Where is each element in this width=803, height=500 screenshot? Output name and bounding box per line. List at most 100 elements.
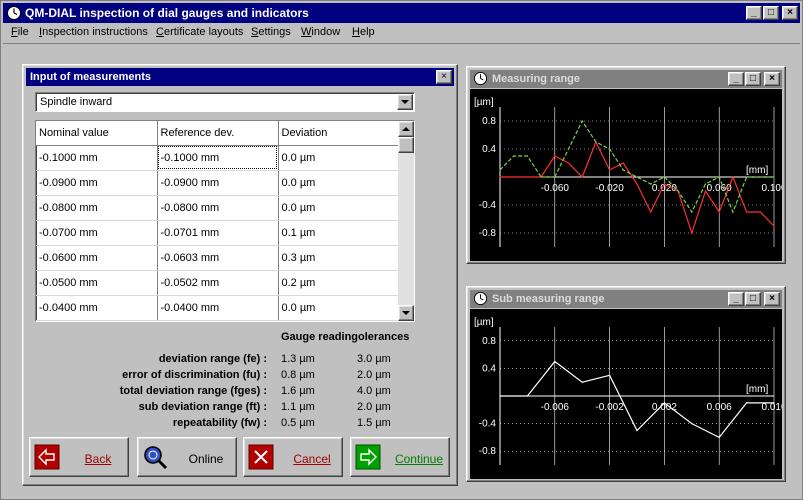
back-button[interactable]: Back <box>29 437 129 477</box>
column-header-deviation[interactable]: Deviation <box>278 121 400 146</box>
reference-cell[interactable]: -0.0800 mm <box>157 195 279 221</box>
menu-inspection-instructions[interactable]: Inspection instructions <box>39 26 148 38</box>
deviation-cell[interactable]: 0.0 µm <box>278 170 400 196</box>
y-axis-label: [µm] <box>474 97 494 108</box>
nominal-cell[interactable]: -0.0500 mm <box>36 270 158 296</box>
input-window-titlebar[interactable]: Input of measurements × <box>26 68 454 86</box>
measuring-range-window: Measuring range _ □ × [µm] [mm] 0.8 0.4 -0.4… <box>466 66 787 264</box>
deviation-cell[interactable]: 0.0 µm <box>278 145 400 171</box>
data-point <box>609 374 611 376</box>
minimize-button[interactable]: _ <box>728 72 744 86</box>
menu-file[interactable]: File <box>11 26 29 38</box>
maximize-icon: □ <box>749 293 757 304</box>
menu-certificate-layouts[interactable]: Certificate layouts <box>156 26 243 38</box>
nominal-cell[interactable]: -0.0400 mm <box>36 295 158 321</box>
maximize-button[interactable]: □ <box>745 72 761 86</box>
sub-measuring-range-title: Sub measuring range <box>492 293 605 305</box>
data-point <box>773 176 775 178</box>
data-point <box>622 162 624 164</box>
input-window-close-button[interactable]: × <box>436 70 452 84</box>
reference-cell[interactable]: -0.0900 mm <box>157 170 279 196</box>
table-header-row: Nominal value Reference dev. Deviation <box>36 121 400 146</box>
scroll-down-button[interactable] <box>398 305 414 321</box>
data-point <box>499 395 501 397</box>
measuring-range-titlebar[interactable]: Measuring range _ □ × <box>470 70 782 88</box>
data-point <box>581 381 583 383</box>
reference-cell[interactable]: -0.0400 mm <box>157 295 279 321</box>
close-button[interactable]: × <box>782 6 798 20</box>
app-titlebar[interactable]: QM-DIAL inspection of dial gauges and in… <box>3 3 800 23</box>
cancel-button[interactable]: Cancel <box>243 437 343 477</box>
input-window-title: Input of measurements <box>30 71 152 83</box>
data-point <box>663 176 665 178</box>
nominal-cell[interactable]: -0.1000 mm <box>36 145 158 171</box>
data-point <box>513 176 515 178</box>
chevron-down-icon <box>401 100 409 104</box>
data-point <box>540 176 542 178</box>
app-title: QM-DIAL inspection of dial gauges and in… <box>25 6 309 20</box>
reference-cell[interactable]: -0.1000 mm <box>157 145 279 171</box>
reference-cell[interactable]: -0.0701 mm <box>157 220 279 246</box>
clock-icon <box>473 71 488 86</box>
continue-button[interactable]: Continue <box>350 437 450 477</box>
nominal-cell[interactable]: -0.0900 mm <box>36 170 158 196</box>
reference-cell[interactable]: -0.0603 mm <box>157 245 279 271</box>
stat-label: repeatability (fw) : <box>172 417 267 429</box>
reference-cell[interactable]: -0.0502 mm <box>157 270 279 296</box>
sub-measuring-range-titlebar[interactable]: Sub measuring range _ □ × <box>470 290 782 308</box>
close-button[interactable]: × <box>764 72 780 86</box>
stat-label: deviation range (fe) : <box>158 353 267 365</box>
data-point <box>554 155 556 157</box>
nominal-cell[interactable]: -0.0600 mm <box>36 245 158 271</box>
scroll-thumb[interactable] <box>398 137 414 153</box>
data-point <box>650 183 652 185</box>
y-tick-label: -0.8 <box>479 446 497 457</box>
table-vertical-scrollbar[interactable] <box>398 121 414 321</box>
data-point <box>732 176 734 178</box>
deviation-cell[interactable]: 0.3 µm <box>278 245 400 271</box>
online-button[interactable]: Online <box>137 437 237 477</box>
deviation-cell[interactable]: 0.2 µm <box>278 270 400 296</box>
data-point <box>704 190 707 192</box>
nominal-cell[interactable]: -0.0800 mm <box>36 195 158 221</box>
menu-window[interactable]: Window <box>301 26 340 38</box>
nominal-cell[interactable]: -0.0700 mm <box>36 220 158 246</box>
close-button[interactable]: × <box>764 292 780 306</box>
menu-settings[interactable]: Settings <box>251 26 291 38</box>
cancel-x-icon <box>248 444 274 470</box>
maximize-button[interactable]: □ <box>763 6 779 20</box>
deviation-cell[interactable]: 0.1 µm <box>278 220 400 246</box>
data-point <box>691 232 693 234</box>
data-point <box>773 225 775 227</box>
y-tick-label: -0.8 <box>479 228 497 239</box>
menu-help[interactable]: Help <box>352 26 375 38</box>
stat-tolerance: 2.0 µm <box>357 369 391 381</box>
data-point <box>677 190 679 192</box>
data-point <box>650 211 652 213</box>
column-header-nominal[interactable]: Nominal value <box>36 121 158 146</box>
deviation-cell[interactable]: 0.0 µm <box>278 295 400 321</box>
minimize-button[interactable]: _ <box>728 292 744 306</box>
data-point <box>746 211 748 213</box>
y-tick-label: 0.8 <box>482 116 496 127</box>
measuring-range-title: Measuring range <box>492 73 581 85</box>
deviation-cell[interactable]: 0.0 µm <box>278 195 400 221</box>
magnifier-icon <box>144 446 168 470</box>
minimize-button[interactable]: _ <box>746 6 762 20</box>
chevron-down-icon <box>402 311 410 315</box>
data-point <box>513 155 515 157</box>
dropdown-arrow-button[interactable] <box>397 94 413 110</box>
y-tick-label: 0.4 <box>482 144 496 155</box>
y-tick-label: 0.8 <box>482 336 496 347</box>
sub-measuring-range-chart: [µm][mm]0.80.4-0.4-0.8-0.006 -0.002 0.002 0… <box>474 317 787 465</box>
maximize-button[interactable]: □ <box>745 292 761 306</box>
x-tick-label: -0.006 <box>541 402 570 413</box>
input-window: Input of measurements × Spindle inward N… <box>22 64 458 486</box>
column-header-reference[interactable]: Reference dev. <box>157 121 279 146</box>
x-tick-label: -0.002 <box>595 402 624 413</box>
scroll-up-button[interactable] <box>398 121 414 137</box>
stat-tolerance: 3.0 µm <box>357 353 391 365</box>
spindle-direction-select[interactable]: Spindle inward <box>35 92 415 112</box>
y-tick-label: -0.4 <box>479 419 497 430</box>
table-row: -0.0400 mm -0.0400 mm 0.0 µm <box>36 295 400 321</box>
